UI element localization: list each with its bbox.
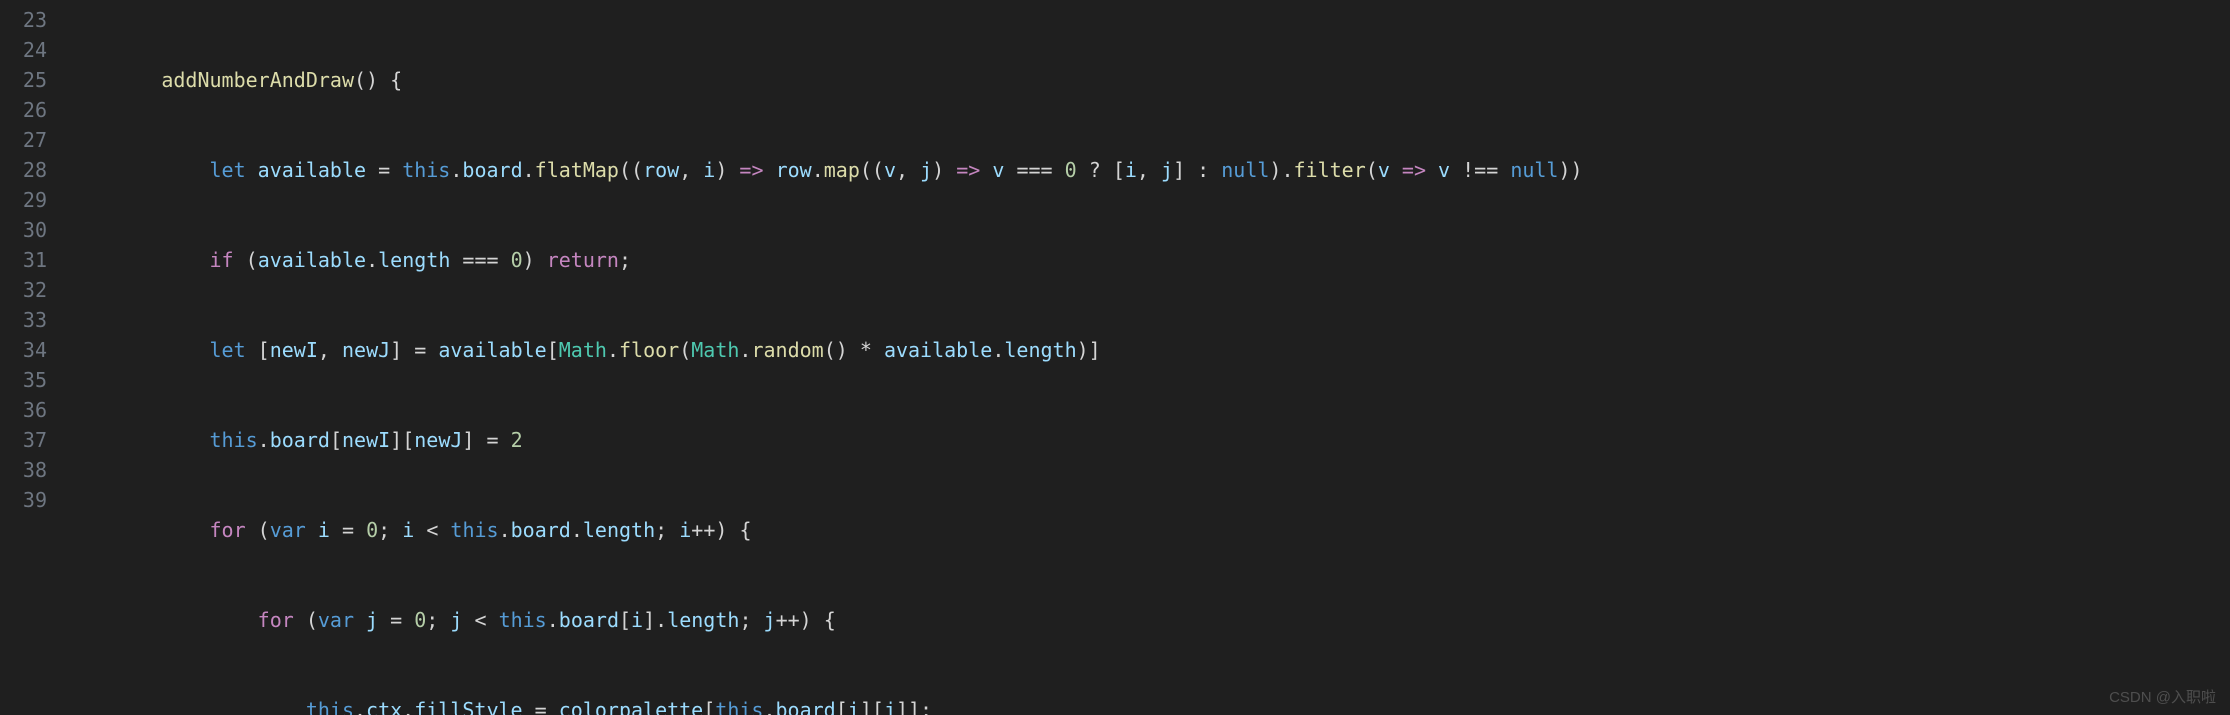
code-line[interactable]: this.ctx.fillStyle = colorpalette[this.b… [65, 695, 2230, 715]
line-number: 35 [0, 365, 65, 395]
line-number: 28 [0, 155, 65, 185]
code-editor[interactable]: 23 24 25 26 27 28 29 30 31 32 33 34 35 3… [0, 0, 2230, 715]
line-number: 33 [0, 305, 65, 335]
code-line[interactable]: let available = this.board.flatMap((row,… [65, 155, 2230, 185]
code-line[interactable]: addNumberAndDraw() { [65, 65, 2230, 95]
line-number: 23 [0, 5, 65, 35]
code-area[interactable]: addNumberAndDraw() { let available = thi… [65, 0, 2230, 715]
line-number: 39 [0, 485, 65, 515]
line-number: 34 [0, 335, 65, 365]
code-line[interactable]: for (var i = 0; i < this.board.length; i… [65, 515, 2230, 545]
code-line[interactable]: let [newI, newJ] = available[Math.floor(… [65, 335, 2230, 365]
line-number: 38 [0, 455, 65, 485]
line-number: 29 [0, 185, 65, 215]
code-line[interactable]: if (available.length === 0) return; [65, 245, 2230, 275]
line-number: 27 [0, 125, 65, 155]
line-number: 36 [0, 395, 65, 425]
line-number: 30 [0, 215, 65, 245]
line-number-gutter: 23 24 25 26 27 28 29 30 31 32 33 34 35 3… [0, 0, 65, 715]
line-number: 32 [0, 275, 65, 305]
code-line[interactable]: this.board[newI][newJ] = 2 [65, 425, 2230, 455]
watermark-text: CSDN @入职啦 [2109, 687, 2216, 710]
line-number: 37 [0, 425, 65, 455]
line-number: 25 [0, 65, 65, 95]
line-number: 31 [0, 245, 65, 275]
code-line[interactable]: for (var j = 0; j < this.board[i].length… [65, 605, 2230, 635]
line-number: 24 [0, 35, 65, 65]
line-number: 26 [0, 95, 65, 125]
